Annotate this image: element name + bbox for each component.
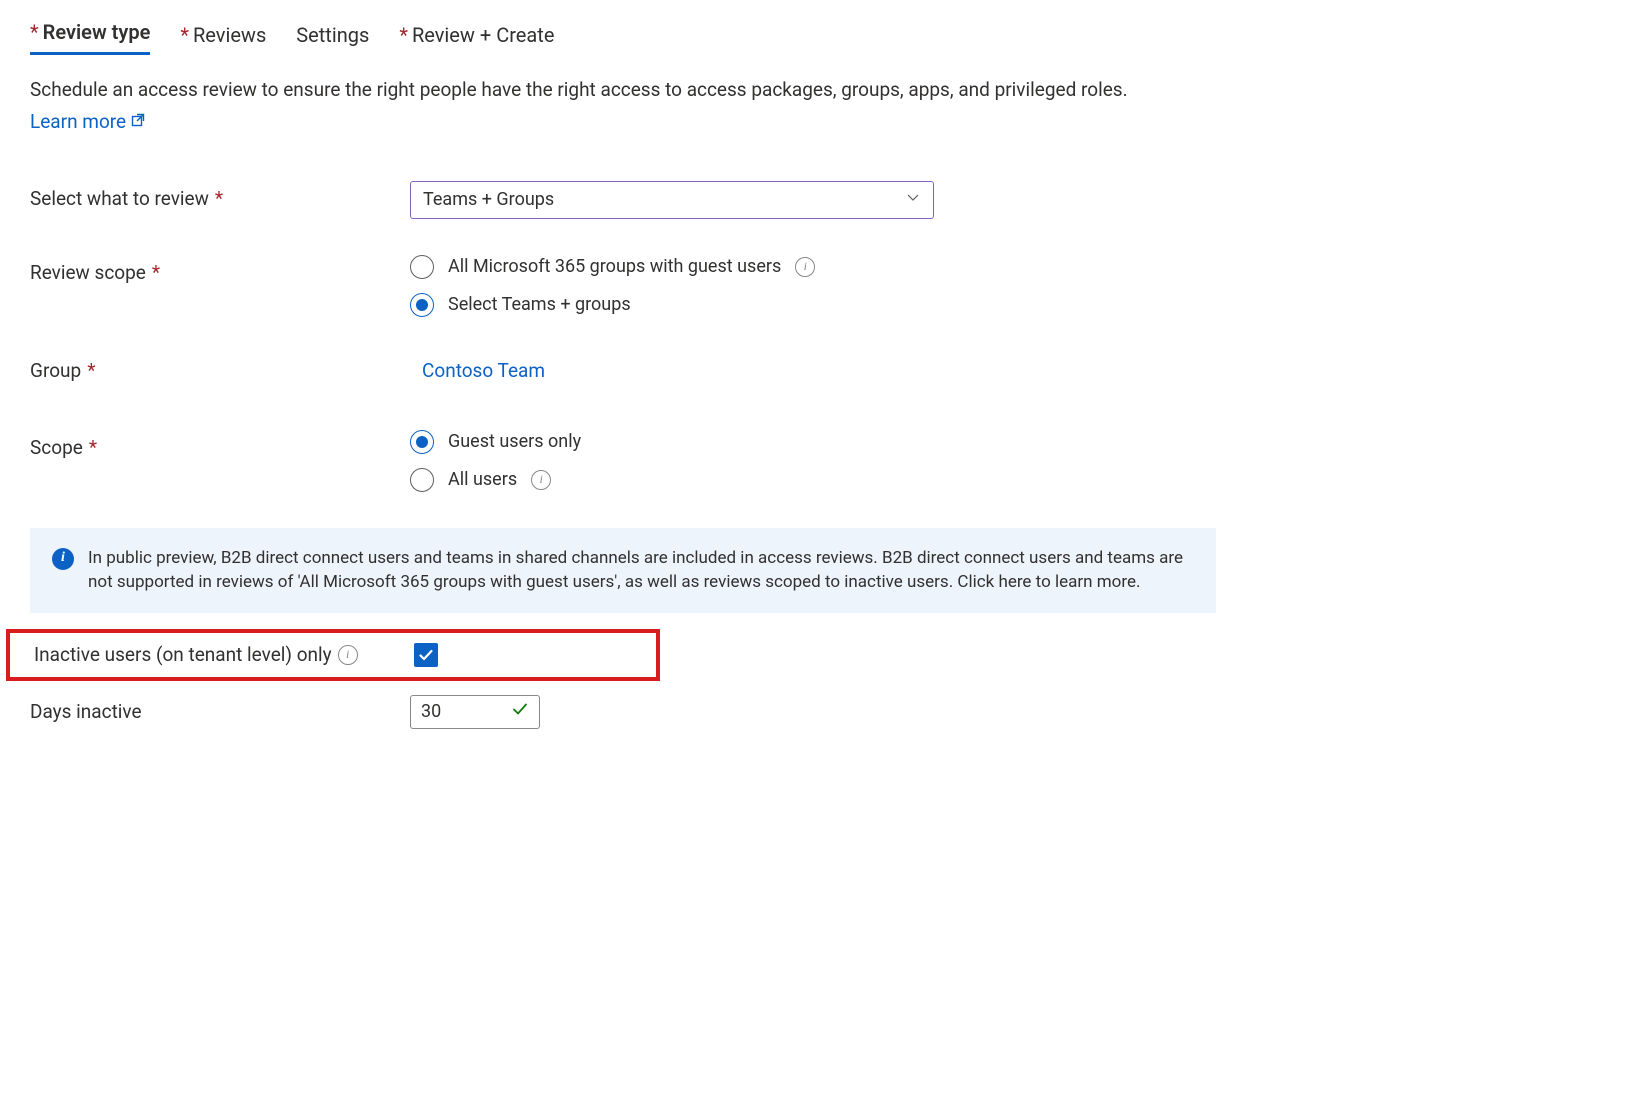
row-scope: Scope * Guest users only All users i — [30, 430, 1230, 492]
row-days-inactive: Days inactive 30 — [30, 695, 1230, 729]
info-circle-icon: i — [52, 548, 74, 570]
label-scope: Scope * — [30, 430, 410, 459]
learn-more-label: Learn more — [30, 110, 126, 133]
row-group: Group * Contoso Team — [30, 353, 1230, 382]
required-marker: * — [399, 23, 408, 47]
chevron-down-icon — [905, 189, 921, 210]
info-box-text: In public preview, B2B direct connect us… — [88, 546, 1194, 595]
tab-label: Reviews — [193, 23, 266, 47]
radio-guest-users-only[interactable]: Guest users only — [410, 430, 1230, 454]
days-inactive-input[interactable]: 30 — [410, 695, 540, 729]
label-days-inactive: Days inactive — [30, 700, 410, 723]
required-marker: * — [87, 359, 95, 382]
tab-settings[interactable]: Settings — [296, 23, 369, 55]
tab-review-type[interactable]: * Review type — [30, 20, 150, 55]
radio-select-teams-groups[interactable]: Select Teams + groups — [410, 293, 1230, 317]
preview-info-box: i In public preview, B2B direct connect … — [30, 528, 1216, 613]
highlight-box: Inactive users (on tenant level) only i — [6, 629, 660, 681]
row-review-scope: Review scope * All Microsoft 365 groups … — [30, 255, 1230, 317]
check-icon — [511, 700, 529, 723]
info-icon[interactable]: i — [795, 257, 815, 277]
tab-review-create[interactable]: * Review + Create — [399, 23, 554, 55]
tab-label: Review type — [43, 20, 151, 44]
required-marker: * — [180, 23, 189, 47]
group-link[interactable]: Contoso Team — [422, 353, 545, 382]
info-icon[interactable]: i — [531, 470, 551, 490]
select-value: Teams + Groups — [423, 189, 554, 210]
info-icon[interactable]: i — [338, 645, 358, 665]
tab-reviews[interactable]: * Reviews — [180, 23, 266, 55]
days-inactive-value: 30 — [421, 701, 441, 722]
radio-icon — [410, 430, 434, 454]
tab-label: Settings — [296, 23, 369, 47]
radio-label: Guest users only — [448, 431, 581, 452]
row-select-what: Select what to review * Teams + Groups — [30, 181, 1230, 219]
required-marker: * — [30, 20, 39, 44]
label-group: Group * — [30, 353, 410, 382]
radio-icon — [410, 468, 434, 492]
required-marker: * — [215, 187, 223, 210]
tab-label: Review + Create — [412, 23, 555, 47]
radio-label: All Microsoft 365 groups with guest user… — [448, 256, 781, 277]
radio-label: All users — [448, 469, 517, 490]
tabs-bar: * Review type * Reviews Settings * Revie… — [30, 20, 1616, 55]
intro-text: Schedule an access review to ensure the … — [30, 77, 1430, 104]
radio-icon — [410, 293, 434, 317]
label-inactive-users: Inactive users (on tenant level) only i — [34, 643, 414, 666]
required-marker: * — [89, 436, 97, 459]
radio-all-users[interactable]: All users i — [410, 468, 1230, 492]
label-review-scope: Review scope * — [30, 255, 410, 284]
select-what-dropdown[interactable]: Teams + Groups — [410, 181, 934, 219]
label-select-what: Select what to review * — [30, 181, 410, 210]
learn-more-link[interactable]: Learn more — [30, 110, 146, 133]
external-link-icon — [130, 110, 146, 133]
required-marker: * — [152, 261, 160, 284]
inactive-users-checkbox[interactable] — [414, 643, 438, 667]
radio-icon — [410, 255, 434, 279]
radio-label: Select Teams + groups — [448, 294, 631, 315]
radio-all-m365-guest[interactable]: All Microsoft 365 groups with guest user… — [410, 255, 1230, 279]
